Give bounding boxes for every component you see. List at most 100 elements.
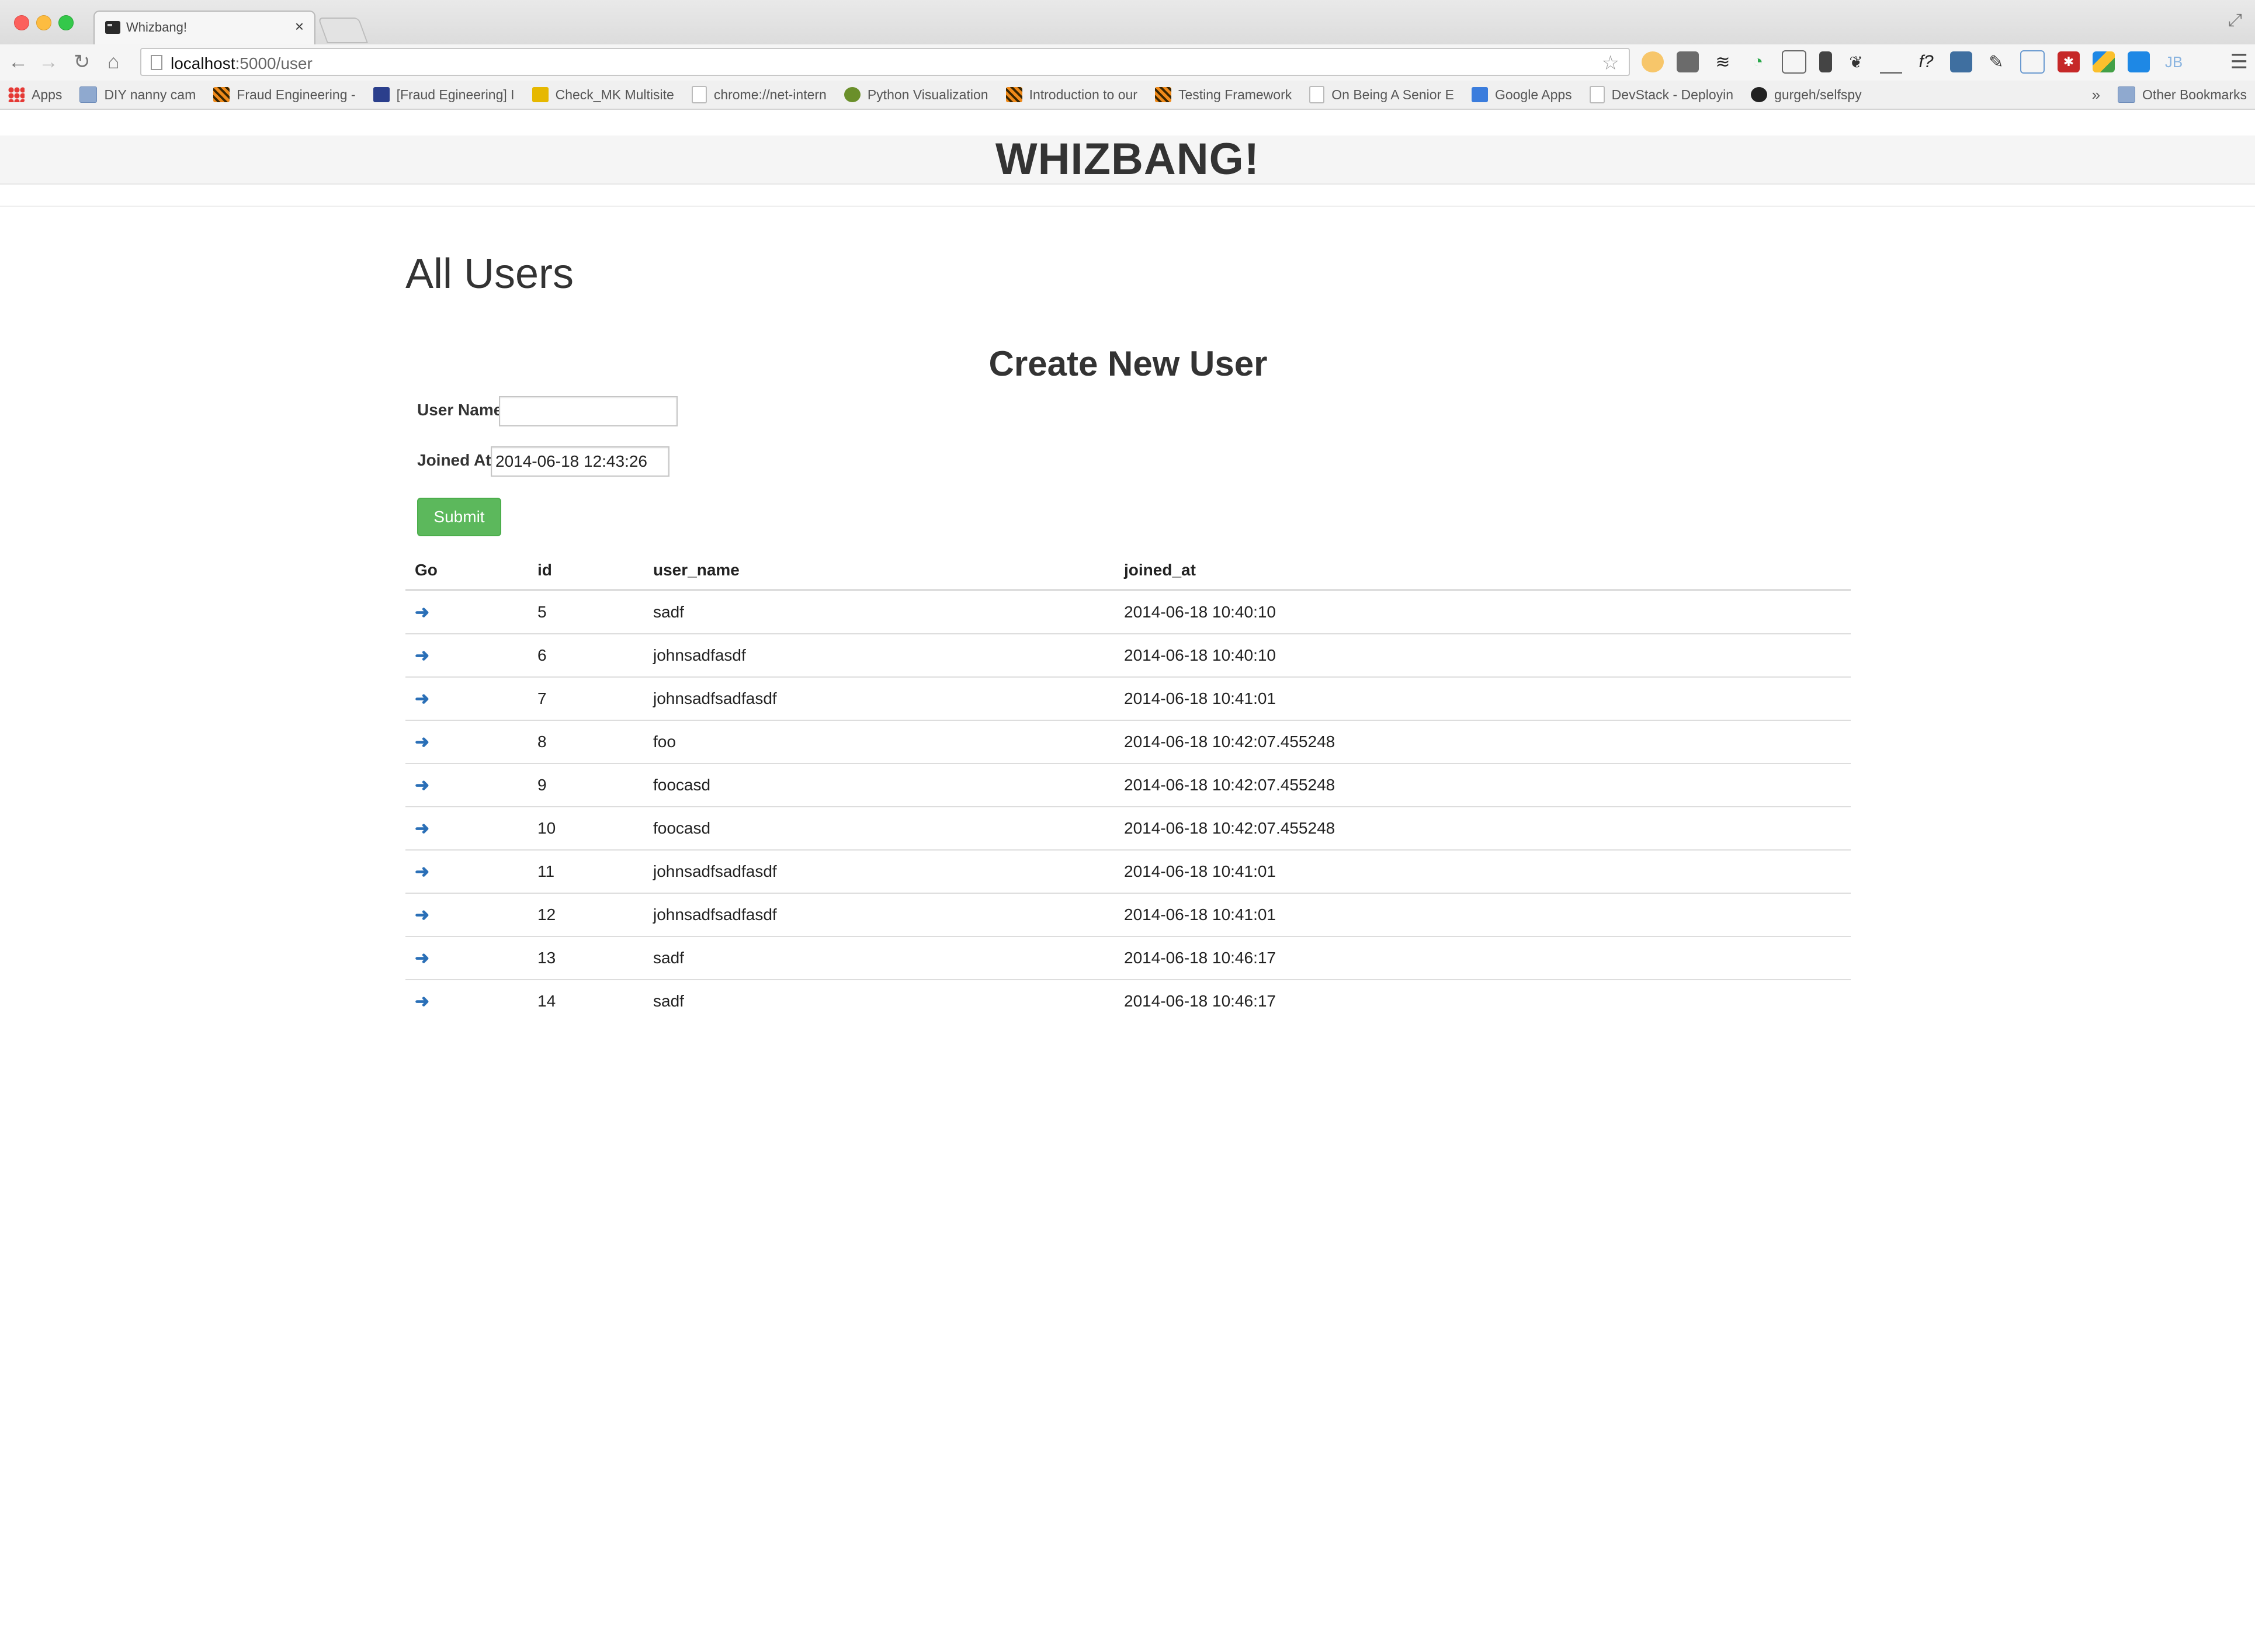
bookmark-devstack[interactable]: DevStack - Deployin <box>1589 86 1733 103</box>
joined-at-cell: 2014-06-18 10:41:01 <box>1115 676 1851 720</box>
tab-title: Whizbang! <box>126 20 187 34</box>
browser-tab[interactable]: Whizbang! × <box>93 11 315 44</box>
user-name-cell: sadf <box>644 979 1115 1022</box>
extension-icons: ≋ ◔ ❦ f? ✎ ✱ JB <box>1642 50 2185 74</box>
joined-at-input[interactable] <box>491 446 669 477</box>
bookmark-fraud-egineering[interactable]: [Fraud Egineering] I <box>373 87 515 103</box>
users-table-body: ➜ 5 sadf 2014-06-18 10:40:10 ➜ 6 johnsadfasdf 2… <box>405 590 1851 1022</box>
arrow-right-icon[interactable]: ➜ <box>415 949 429 968</box>
other-bookmarks[interactable]: Other Bookmarks <box>2118 86 2247 103</box>
terminal-favicon-icon <box>105 21 120 34</box>
bookmark-introduction[interactable]: Introduction to our <box>1005 87 1137 103</box>
joined-at-cell: 2014-06-18 10:42:07.455248 <box>1115 806 1851 850</box>
google-icon <box>1471 87 1488 102</box>
joined-at-cell: 2014-06-18 10:40:10 <box>1124 603 1276 621</box>
screenshot-icon[interactable] <box>2020 50 2045 74</box>
window-minimize-button[interactable] <box>36 15 51 30</box>
tiger-icon <box>213 87 230 102</box>
bookmark-apps[interactable]: Apps <box>8 87 62 103</box>
ruler-icon[interactable] <box>1880 51 1902 74</box>
id-cell: 7 <box>528 676 644 720</box>
new-tab-button[interactable] <box>317 18 369 43</box>
chart-icon[interactable] <box>1950 51 1972 72</box>
address-bar[interactable]: localhost:5000/user ☆ <box>140 48 1630 76</box>
arrow-right-icon[interactable]: ➜ <box>415 992 429 1011</box>
user-name-cell: sadf <box>644 936 1115 980</box>
reload-icon[interactable]: ↻ <box>74 50 91 74</box>
device-icon[interactable] <box>1819 51 1832 72</box>
bookmark-on-being-senior[interactable]: On Being A Senior E <box>1309 86 1454 103</box>
url-text[interactable]: localhost:5000/user <box>171 54 313 73</box>
bookmark-check-mk[interactable]: Check_MK Multisite <box>532 87 674 103</box>
go-cell: ➜ <box>405 979 528 1022</box>
apps-grid-icon <box>8 87 25 102</box>
joined-at-cell: 2014-06-18 10:42:07.455248 <box>1115 763 1851 807</box>
bookmark-python-visualization[interactable]: Python Visualization <box>844 87 988 103</box>
go-cell: ➜ <box>405 590 528 634</box>
arrow-right-icon[interactable]: ➜ <box>415 733 429 752</box>
timer-icon[interactable]: ◔ <box>1747 51 1769 72</box>
go-cell: ➜ <box>405 633 528 677</box>
id-cell: 8 <box>528 720 644 763</box>
user-name-input[interactable] <box>499 396 678 426</box>
fullscreen-icon[interactable]: ⤢ <box>2228 11 2242 30</box>
go-cell: ➜ <box>405 806 528 850</box>
back-arrow-icon[interactable]: ← <box>8 50 28 74</box>
home-icon[interactable]: ⌂ <box>107 50 120 74</box>
window-close-button[interactable] <box>14 15 29 30</box>
bookmark-fraud-engineering[interactable]: Fraud Engineering - <box>213 87 356 103</box>
bookmark-diy-nanny-cam[interactable]: DIY nanny cam <box>79 86 196 103</box>
bookmark-selfspy[interactable]: gurgeh/selfspy <box>1751 87 1862 103</box>
drive-icon[interactable] <box>2093 51 2115 72</box>
window-zoom-button[interactable] <box>58 15 74 30</box>
layers-icon[interactable]: ≋ <box>1712 51 1734 72</box>
submit-button[interactable]: Submit <box>417 498 501 536</box>
browser-tab-strip: Whizbang! × ⤢ <box>0 0 2255 44</box>
forward-arrow-icon[interactable]: → <box>39 50 58 74</box>
joined-at-cell: 2014-06-18 10:42:07.455248 <box>1115 720 1851 763</box>
pencil-icon[interactable]: ✎ <box>1985 51 2007 72</box>
window-badge-icon[interactable] <box>2128 51 2150 72</box>
python-icon <box>844 87 861 102</box>
arrow-right-icon[interactable]: ➜ <box>415 819 429 838</box>
folder-icon <box>79 86 98 103</box>
column-header-id: id <box>528 551 644 591</box>
site-brand[interactable]: WHIZBANG! <box>0 136 2255 183</box>
table-row: ➜ 13 sadf 2014-06-18 10:46:17 <box>405 936 1851 980</box>
font-question-icon[interactable]: f? <box>1915 51 1937 72</box>
table-row: ➜ 7 johnsadfsadfasdf 2014-06-18 10:41:01 <box>405 676 1851 720</box>
site-header: WHIZBANG! <box>0 136 2255 185</box>
id-cell: 11 <box>528 849 644 893</box>
user-name-cell: foocasd <box>644 806 1115 850</box>
id-cell: 14 <box>528 979 644 1022</box>
arrow-right-icon[interactable]: ➜ <box>415 905 429 925</box>
page-icon <box>151 55 162 70</box>
cast-icon[interactable] <box>1782 50 1806 74</box>
arrow-right-icon[interactable]: ➜ <box>415 862 429 881</box>
jb-icon[interactable]: JB <box>2163 51 2185 72</box>
table-header-row: Go id user_name joined_at <box>405 551 1851 591</box>
joined-at-cell: 2014-06-18 10:46:17 <box>1115 979 1851 1022</box>
table-row: ➜ 14 sadf 2014-06-18 10:46:17 <box>405 979 1851 1022</box>
bookmark-chrome-net-internals[interactable]: chrome://net-intern <box>691 86 827 103</box>
arrow-right-icon[interactable]: ➜ <box>415 646 429 665</box>
table-row: ➜ 12 johnsadfsadfasdf 2014-06-18 10:41:01 <box>405 893 1851 936</box>
arrow-right-icon[interactable]: ➜ <box>415 776 429 795</box>
bookmark-google-apps[interactable]: Google Apps <box>1471 87 1572 103</box>
arrow-right-icon[interactable]: ➜ <box>415 603 429 622</box>
arrow-right-icon[interactable]: ➜ <box>415 689 429 709</box>
menu-icon[interactable]: ☰ <box>2230 50 2248 74</box>
puzzle-badge-icon[interactable]: ✱ <box>2058 51 2080 72</box>
bookmarks-overflow-button[interactable]: » <box>2092 86 2100 104</box>
joined-at-label: Joined At <box>417 451 491 469</box>
id-cell: 12 <box>528 893 644 936</box>
pocket-icon[interactable] <box>1677 51 1699 72</box>
id-cell: 5 <box>537 603 547 621</box>
extension-badge-icon[interactable] <box>1642 51 1664 72</box>
tab-close-icon[interactable]: × <box>295 18 304 36</box>
browser-toolbar: ← → ↻ ⌂ localhost:5000/user ☆ ≋ ◔ ❦ f? ✎… <box>0 44 2255 81</box>
users-table: Go id user_name joined_at ➜ 5 sadf 2014-06-… <box>405 551 1851 1022</box>
bookmark-testing-framework[interactable]: Testing Framework <box>1154 87 1292 103</box>
evernote-icon[interactable]: ❦ <box>1845 51 1867 72</box>
bookmark-star-icon[interactable]: ☆ <box>1602 51 1619 75</box>
